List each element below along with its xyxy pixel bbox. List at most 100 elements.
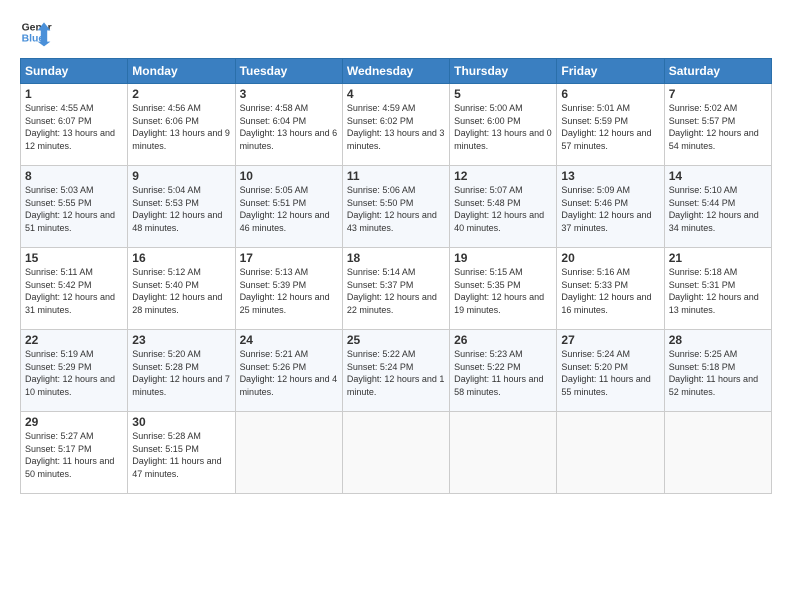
daylight-label: Daylight: 12 hours and 1 minute. — [347, 374, 445, 397]
calendar-cell: 13 Sunrise: 5:09 AM Sunset: 5:46 PM Dayl… — [557, 166, 664, 248]
sunset-label: Sunset: 5:44 PM — [669, 198, 736, 208]
sunset-label: Sunset: 6:04 PM — [240, 116, 307, 126]
day-info: Sunrise: 5:11 AM Sunset: 5:42 PM Dayligh… — [25, 266, 123, 316]
daylight-label: Daylight: 12 hours and 22 minutes. — [347, 292, 437, 315]
sunset-label: Sunset: 5:55 PM — [25, 198, 92, 208]
sunset-label: Sunset: 5:57 PM — [669, 116, 736, 126]
sunrise-label: Sunrise: 5:10 AM — [669, 185, 738, 195]
col-header-friday: Friday — [557, 59, 664, 84]
sunset-label: Sunset: 5:28 PM — [132, 362, 199, 372]
daylight-label: Daylight: 11 hours and 52 minutes. — [669, 374, 758, 397]
day-info: Sunrise: 5:21 AM Sunset: 5:26 PM Dayligh… — [240, 348, 338, 398]
day-number: 25 — [347, 333, 445, 347]
calendar-week-5: 29 Sunrise: 5:27 AM Sunset: 5:17 PM Dayl… — [21, 412, 772, 494]
calendar-cell: 23 Sunrise: 5:20 AM Sunset: 5:28 PM Dayl… — [128, 330, 235, 412]
day-info: Sunrise: 5:02 AM Sunset: 5:57 PM Dayligh… — [669, 102, 767, 152]
calendar-cell: 15 Sunrise: 5:11 AM Sunset: 5:42 PM Dayl… — [21, 248, 128, 330]
sunset-label: Sunset: 5:39 PM — [240, 280, 307, 290]
daylight-label: Daylight: 13 hours and 9 minutes. — [132, 128, 230, 151]
sunset-label: Sunset: 5:37 PM — [347, 280, 414, 290]
logo: General Blue — [20, 16, 52, 48]
day-number: 27 — [561, 333, 659, 347]
calendar-cell — [342, 412, 449, 494]
day-number: 26 — [454, 333, 552, 347]
col-header-tuesday: Tuesday — [235, 59, 342, 84]
day-number: 6 — [561, 87, 659, 101]
daylight-label: Daylight: 13 hours and 0 minutes. — [454, 128, 552, 151]
day-info: Sunrise: 5:18 AM Sunset: 5:31 PM Dayligh… — [669, 266, 767, 316]
daylight-label: Daylight: 11 hours and 50 minutes. — [25, 456, 114, 479]
sunrise-label: Sunrise: 5:20 AM — [132, 349, 201, 359]
day-number: 10 — [240, 169, 338, 183]
sunrise-label: Sunrise: 4:59 AM — [347, 103, 416, 113]
day-info: Sunrise: 5:06 AM Sunset: 5:50 PM Dayligh… — [347, 184, 445, 234]
day-number: 9 — [132, 169, 230, 183]
daylight-label: Daylight: 12 hours and 54 minutes. — [669, 128, 759, 151]
day-number: 12 — [454, 169, 552, 183]
day-info: Sunrise: 5:13 AM Sunset: 5:39 PM Dayligh… — [240, 266, 338, 316]
sunset-label: Sunset: 6:06 PM — [132, 116, 199, 126]
daylight-label: Daylight: 12 hours and 7 minutes. — [132, 374, 230, 397]
day-number: 3 — [240, 87, 338, 101]
header: General Blue — [20, 16, 772, 48]
sunrise-label: Sunrise: 5:28 AM — [132, 431, 201, 441]
sunset-label: Sunset: 5:17 PM — [25, 444, 92, 454]
daylight-label: Daylight: 13 hours and 3 minutes. — [347, 128, 445, 151]
calendar-cell: 30 Sunrise: 5:28 AM Sunset: 5:15 PM Dayl… — [128, 412, 235, 494]
daylight-label: Daylight: 12 hours and 13 minutes. — [669, 292, 759, 315]
day-info: Sunrise: 5:15 AM Sunset: 5:35 PM Dayligh… — [454, 266, 552, 316]
daylight-label: Daylight: 12 hours and 57 minutes. — [561, 128, 651, 151]
day-info: Sunrise: 5:20 AM Sunset: 5:28 PM Dayligh… — [132, 348, 230, 398]
logo-icon: General Blue — [20, 16, 52, 48]
daylight-label: Daylight: 12 hours and 16 minutes. — [561, 292, 651, 315]
calendar-cell: 12 Sunrise: 5:07 AM Sunset: 5:48 PM Dayl… — [450, 166, 557, 248]
daylight-label: Daylight: 12 hours and 40 minutes. — [454, 210, 544, 233]
sunrise-label: Sunrise: 5:04 AM — [132, 185, 201, 195]
sunset-label: Sunset: 5:35 PM — [454, 280, 521, 290]
day-number: 20 — [561, 251, 659, 265]
daylight-label: Daylight: 11 hours and 47 minutes. — [132, 456, 221, 479]
day-info: Sunrise: 4:56 AM Sunset: 6:06 PM Dayligh… — [132, 102, 230, 152]
day-number: 30 — [132, 415, 230, 429]
sunrise-label: Sunrise: 4:58 AM — [240, 103, 309, 113]
calendar-cell: 20 Sunrise: 5:16 AM Sunset: 5:33 PM Dayl… — [557, 248, 664, 330]
calendar-cell: 10 Sunrise: 5:05 AM Sunset: 5:51 PM Dayl… — [235, 166, 342, 248]
day-number: 13 — [561, 169, 659, 183]
sunset-label: Sunset: 5:50 PM — [347, 198, 414, 208]
day-number: 11 — [347, 169, 445, 183]
sunset-label: Sunset: 5:42 PM — [25, 280, 92, 290]
calendar-cell: 1 Sunrise: 4:55 AM Sunset: 6:07 PM Dayli… — [21, 84, 128, 166]
calendar-cell: 11 Sunrise: 5:06 AM Sunset: 5:50 PM Dayl… — [342, 166, 449, 248]
sunrise-label: Sunrise: 5:15 AM — [454, 267, 523, 277]
day-info: Sunrise: 5:01 AM Sunset: 5:59 PM Dayligh… — [561, 102, 659, 152]
day-info: Sunrise: 5:00 AM Sunset: 6:00 PM Dayligh… — [454, 102, 552, 152]
sunrise-label: Sunrise: 5:14 AM — [347, 267, 416, 277]
day-info: Sunrise: 5:24 AM Sunset: 5:20 PM Dayligh… — [561, 348, 659, 398]
daylight-label: Daylight: 12 hours and 28 minutes. — [132, 292, 222, 315]
sunset-label: Sunset: 5:51 PM — [240, 198, 307, 208]
sunset-label: Sunset: 5:26 PM — [240, 362, 307, 372]
daylight-label: Daylight: 13 hours and 6 minutes. — [240, 128, 338, 151]
day-number: 7 — [669, 87, 767, 101]
day-info: Sunrise: 5:07 AM Sunset: 5:48 PM Dayligh… — [454, 184, 552, 234]
calendar-week-2: 8 Sunrise: 5:03 AM Sunset: 5:55 PM Dayli… — [21, 166, 772, 248]
col-header-thursday: Thursday — [450, 59, 557, 84]
sunrise-label: Sunrise: 5:02 AM — [669, 103, 738, 113]
sunset-label: Sunset: 5:33 PM — [561, 280, 628, 290]
calendar-cell: 25 Sunrise: 5:22 AM Sunset: 5:24 PM Dayl… — [342, 330, 449, 412]
day-info: Sunrise: 5:28 AM Sunset: 5:15 PM Dayligh… — [132, 430, 230, 480]
calendar-cell: 8 Sunrise: 5:03 AM Sunset: 5:55 PM Dayli… — [21, 166, 128, 248]
sunset-label: Sunset: 5:18 PM — [669, 362, 736, 372]
day-number: 8 — [25, 169, 123, 183]
daylight-label: Daylight: 12 hours and 51 minutes. — [25, 210, 115, 233]
sunrise-label: Sunrise: 5:12 AM — [132, 267, 201, 277]
day-info: Sunrise: 5:19 AM Sunset: 5:29 PM Dayligh… — [25, 348, 123, 398]
calendar-cell — [235, 412, 342, 494]
calendar-cell: 27 Sunrise: 5:24 AM Sunset: 5:20 PM Dayl… — [557, 330, 664, 412]
day-number: 2 — [132, 87, 230, 101]
daylight-label: Daylight: 12 hours and 19 minutes. — [454, 292, 544, 315]
day-info: Sunrise: 5:23 AM Sunset: 5:22 PM Dayligh… — [454, 348, 552, 398]
sunrise-label: Sunrise: 5:22 AM — [347, 349, 416, 359]
day-number: 5 — [454, 87, 552, 101]
daylight-label: Daylight: 12 hours and 10 minutes. — [25, 374, 115, 397]
